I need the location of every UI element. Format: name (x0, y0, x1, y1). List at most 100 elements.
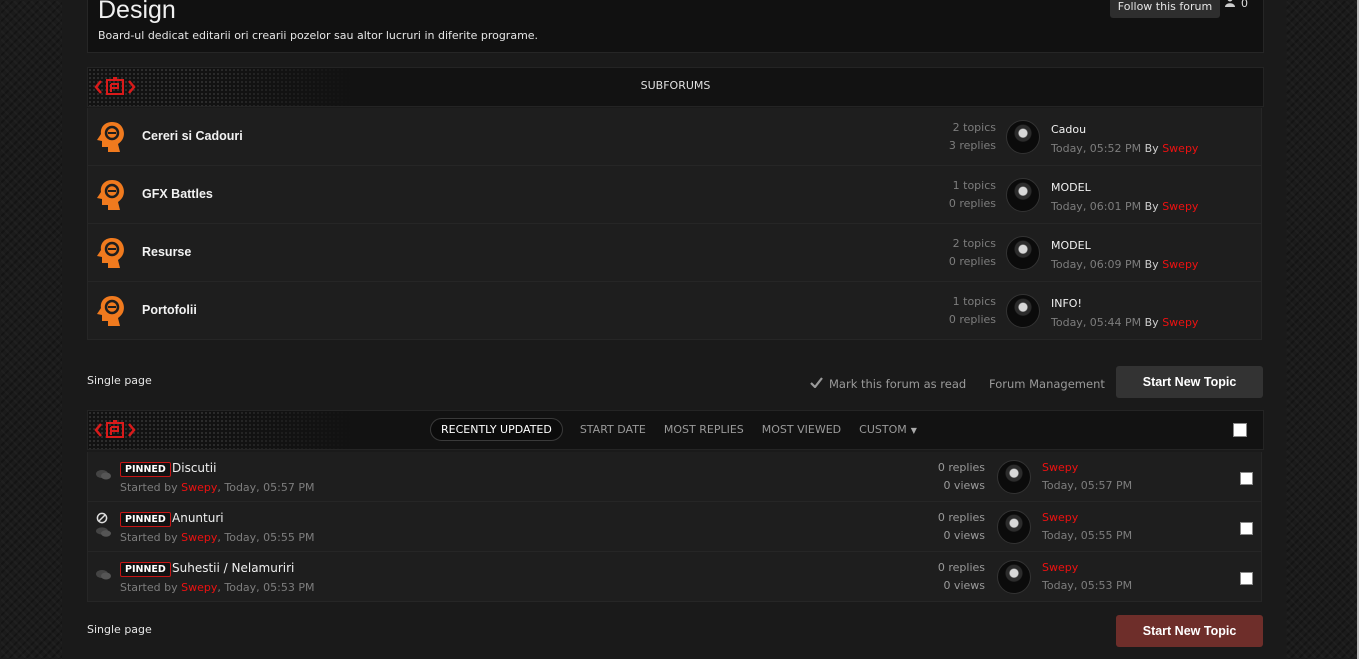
row-checkbox[interactable] (1240, 522, 1253, 535)
last-post-author[interactable]: Swepy (1162, 200, 1198, 213)
avatar[interactable] (997, 510, 1031, 544)
topic-date: , Today, 05:57 PM (217, 481, 315, 494)
subforum-name[interactable]: Cereri si Cadouri (142, 129, 243, 143)
last-post-author[interactable]: Swepy (1162, 316, 1198, 329)
last-poster[interactable]: Swepy (1042, 561, 1078, 574)
tab-custom[interactable]: CUSTOM ▼ (850, 419, 926, 440)
topic-date: , Today, 05:53 PM (217, 581, 315, 594)
last-post-title[interactable]: Cadou (1051, 123, 1086, 136)
row-checkbox[interactable] (1240, 572, 1253, 585)
topic-title[interactable]: Suhestii / Nelamuriri (172, 561, 294, 575)
table-row[interactable]: PINNED Suhestii / Nelamuriri Started by … (87, 552, 1262, 602)
last-post-title[interactable]: MODEL (1051, 181, 1091, 194)
subforum-topics-count: 2 topics (952, 237, 996, 250)
subforum-row[interactable]: Resurse 2 topics 0 replies MODEL Today, … (87, 224, 1262, 282)
page-container: Design Board-ul dedicat editarii ori cre… (62, 0, 1286, 659)
chat-bubbles-icon (96, 569, 112, 581)
forum-management-link[interactable]: Forum Management (989, 377, 1105, 391)
forum-icon (97, 296, 124, 326)
avatar[interactable] (997, 460, 1031, 494)
avatar[interactable] (1006, 120, 1040, 154)
topic-replies: 0 replies (937, 461, 985, 474)
topic-author[interactable]: Swepy (181, 531, 217, 544)
topic-replies: 0 replies (937, 511, 985, 524)
pagination-label-bottom: Single page (87, 623, 152, 636)
subforum-row[interactable]: GFX Battles 1 topics 0 replies MODEL Tod… (87, 166, 1262, 224)
tab-most-viewed[interactable]: MOST VIEWED (753, 419, 850, 440)
last-post-author[interactable]: Swepy (1162, 142, 1198, 155)
follow-forum-button[interactable]: Follow this forum (1110, 0, 1220, 18)
locked-icon (96, 512, 108, 527)
chat-bubbles-icon (96, 469, 112, 481)
start-new-topic-button[interactable]: Start New Topic (1116, 366, 1263, 398)
by-label: By (1144, 316, 1159, 329)
mark-forum-read-label: Mark this forum as read (829, 377, 967, 391)
avatar[interactable] (997, 560, 1031, 594)
followers-count[interactable]: 0 (1225, 0, 1248, 10)
subforum-topics-count: 1 topics (952, 295, 996, 308)
by-label: By (1144, 142, 1159, 155)
topic-views: 0 views (943, 529, 985, 542)
last-post-date: Today, 05:57 PM (1042, 479, 1133, 492)
forum-description: Board-ul dedicat editarii ori crearii po… (98, 29, 539, 42)
last-post-date: Today, 05:52 PM (1051, 142, 1142, 155)
table-row[interactable]: PINNED Discutii Started by Swepy, Today,… (87, 452, 1262, 502)
checkmark-icon (810, 377, 823, 391)
topic-author[interactable]: Swepy (181, 581, 217, 594)
avatar[interactable] (1006, 236, 1040, 270)
start-new-topic-button-bottom[interactable]: Start New Topic (1116, 615, 1263, 647)
site-logo-icon (94, 420, 136, 438)
last-post-date: Today, 06:01 PM (1051, 200, 1142, 213)
topic-views: 0 views (943, 579, 985, 592)
caret-down-icon: ▼ (910, 426, 917, 435)
topic-title[interactable]: Discutii (172, 461, 216, 475)
table-row[interactable]: PINNED Anunturi Started by Swepy, Today,… (87, 502, 1262, 552)
started-by-label: Started by (120, 581, 178, 594)
last-post-date: Today, 05:53 PM (1042, 579, 1133, 592)
topic-started-by: Started by Swepy, Today, 05:53 PM (120, 581, 315, 594)
forum-icon (97, 180, 124, 210)
forum-icon (97, 238, 124, 268)
last-post-title[interactable]: MODEL (1051, 239, 1091, 252)
subforum-topics-count: 2 topics (952, 121, 996, 134)
followers-number: 0 (1241, 0, 1248, 10)
last-post-title[interactable]: INFO! (1051, 297, 1082, 310)
tab-start-date[interactable]: START DATE (571, 419, 655, 440)
last-poster[interactable]: Swepy (1042, 461, 1078, 474)
last-post-meta: Today, 06:09 PM By Swepy (1051, 258, 1198, 271)
mark-forum-read-link[interactable]: Mark this forum as read (810, 377, 966, 391)
subforum-replies-count: 0 replies (948, 313, 996, 326)
topic-list: PINNED Discutii Started by Swepy, Today,… (87, 452, 1262, 602)
tab-custom-label: CUSTOM (859, 423, 907, 436)
tab-most-replies[interactable]: MOST REPLIES (655, 419, 753, 440)
subforums-header-bar: SUBFORUMS (87, 67, 1264, 107)
subforum-row[interactable]: Cereri si Cadouri 2 topics 3 replies Cad… (87, 108, 1262, 166)
last-post-meta: Today, 06:01 PM By Swepy (1051, 200, 1198, 213)
last-post-author[interactable]: Swepy (1162, 258, 1198, 271)
topic-title[interactable]: Anunturi (172, 511, 224, 525)
tab-recently-updated[interactable]: RECENTLY UPDATED (430, 418, 563, 441)
last-post-meta: Today, 05:44 PM By Swepy (1051, 316, 1198, 329)
topic-author[interactable]: Swepy (181, 481, 217, 494)
forum-icon (97, 122, 124, 152)
pinned-badge: PINNED (120, 462, 171, 477)
topic-started-by: Started by Swepy, Today, 05:55 PM (120, 531, 315, 544)
subforum-row[interactable]: Portofolii 1 topics 0 replies INFO! Toda… (87, 282, 1262, 340)
pinned-badge: PINNED (120, 562, 171, 577)
by-label: By (1144, 200, 1159, 213)
subforums-title: SUBFORUMS (640, 79, 711, 92)
row-checkbox[interactable] (1240, 472, 1253, 485)
topic-date: , Today, 05:55 PM (217, 531, 315, 544)
subforum-name[interactable]: GFX Battles (142, 187, 213, 201)
topics-header-bar: RECENTLY UPDATED START DATE MOST REPLIES… (87, 410, 1264, 450)
forum-header: Design Board-ul dedicat editarii ori cre… (87, 0, 1264, 53)
page-title: Design (98, 0, 176, 24)
subforum-name[interactable]: Resurse (142, 245, 191, 259)
avatar[interactable] (1006, 294, 1040, 328)
subforum-replies-count: 0 replies (948, 255, 996, 268)
last-poster[interactable]: Swepy (1042, 511, 1078, 524)
avatar[interactable] (1006, 178, 1040, 212)
select-all-checkbox[interactable] (1233, 423, 1247, 437)
subforum-name[interactable]: Portofolii (142, 303, 197, 317)
pinned-badge: PINNED (120, 512, 171, 527)
